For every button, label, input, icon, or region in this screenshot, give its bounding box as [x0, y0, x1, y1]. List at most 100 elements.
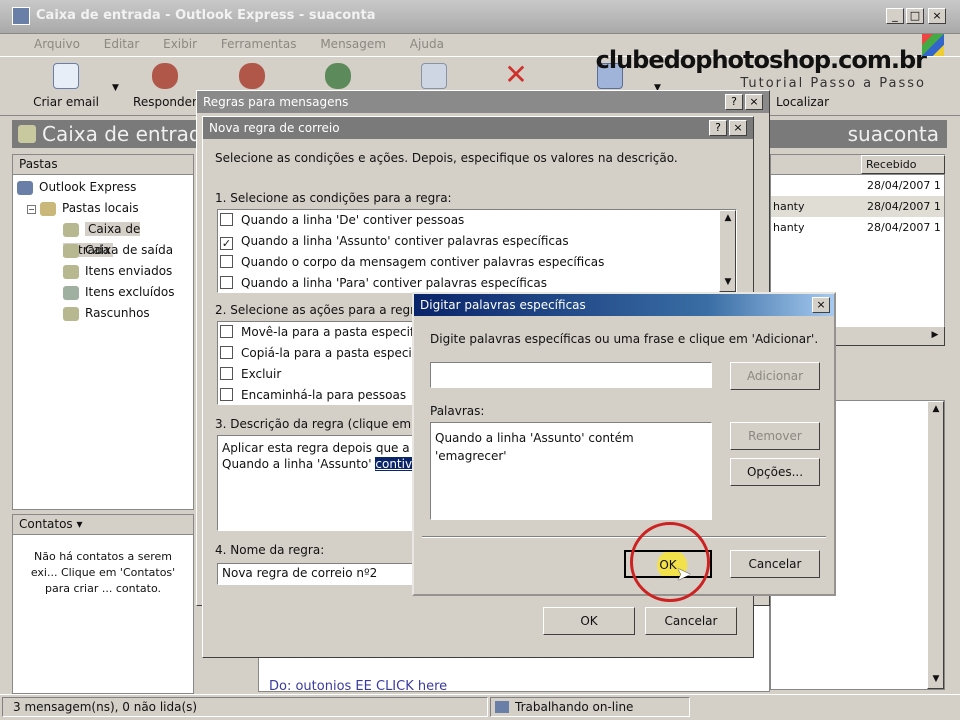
folder-label: Rascunhos: [85, 306, 150, 320]
rule-name-input[interactable]: Nova regra de correio nº2: [217, 563, 417, 585]
watermark-site: clubedophotoshop.com.br: [595, 46, 927, 74]
words-close-button[interactable]: ×: [812, 297, 830, 313]
add-button[interactable]: Adicionar: [730, 362, 820, 390]
checkbox-unchecked[interactable]: [220, 255, 233, 268]
received-column-header[interactable]: Recebido: [861, 155, 945, 174]
menu-ajuda[interactable]: Ajuda: [410, 37, 444, 51]
rules-help-button[interactable]: ?: [725, 94, 743, 110]
conditions-scrollbar[interactable]: ▲ ▼: [719, 210, 736, 292]
action-item[interactable]: Excluir: [218, 364, 416, 385]
checkbox-unchecked[interactable]: [220, 346, 233, 359]
description-contains-link[interactable]: contiver: [375, 457, 416, 471]
new-mail-icon: [53, 63, 79, 89]
scroll-down-arrow-icon[interactable]: ▼: [928, 672, 944, 688]
new-rule-titlebar[interactable]: Nova regra de correio: [203, 117, 753, 139]
words-titlebar[interactable]: Digitar palavras específicas: [414, 294, 834, 316]
words-list[interactable]: Quando a linha 'Assunto' contém 'emagrec…: [430, 422, 712, 520]
close-button[interactable]: ×: [928, 8, 946, 24]
menu-arquivo[interactable]: Arquivo: [34, 37, 80, 51]
folder-inbox[interactable]: Caixa de entrada: [17, 219, 193, 257]
status-messages: 3 mensagem(ns), 0 não lida(s): [2, 697, 488, 717]
new-mail-button[interactable]: Criar email: [28, 57, 104, 115]
condition-label: Quando a linha 'Assunto' contiver palavr…: [241, 234, 569, 248]
rules-dialog-titlebar[interactable]: Regras para mensagens: [197, 91, 769, 113]
checkbox-checked[interactable]: ✓: [220, 237, 233, 250]
main-titlebar[interactable]: Caixa de entrada - Outlook Express - sua…: [0, 0, 960, 34]
menu-ferramentas[interactable]: Ferramentas: [221, 37, 297, 51]
message-row[interactable]: 28/04/2007 1: [771, 175, 944, 196]
message-row[interactable]: hanty 28/04/2007 1: [771, 217, 944, 238]
scroll-down-arrow-icon[interactable]: ▼: [720, 275, 736, 291]
message-date: 28/04/2007 1: [867, 221, 941, 234]
words-label: Palavras:: [430, 404, 485, 418]
menu-mensagem[interactable]: Mensagem: [320, 37, 386, 51]
condition-item[interactable]: Quando o corpo da mensagem contiver pala…: [218, 252, 736, 273]
find-label[interactable]: Localizar: [776, 95, 829, 109]
minimize-button[interactable]: _: [886, 8, 904, 24]
message-from: hanty: [773, 221, 805, 234]
words-divider: [422, 536, 826, 538]
watermark-tagline: Tutorial Passo a Passo: [740, 76, 926, 91]
reply-label: Responder: [133, 95, 197, 109]
mouse-cursor-icon: ➤: [676, 564, 692, 585]
new-rule-help-button[interactable]: ?: [709, 120, 727, 136]
collapse-icon[interactable]: −: [27, 205, 36, 214]
condition-item[interactable]: ✓ Quando a linha 'Assunto' contiver palav…: [218, 231, 736, 252]
folder-title: Caixa de entrada: [42, 122, 214, 146]
folder-label: Itens enviados: [85, 264, 173, 278]
folder-deleted[interactable]: Itens excluídos: [17, 282, 193, 303]
reply-all-icon: [239, 63, 265, 89]
checkbox-unchecked[interactable]: [220, 367, 233, 380]
rule-description-box: Aplicar esta regra depois que a m Quando…: [217, 435, 417, 531]
online-icon: [495, 701, 509, 713]
folder-outbox[interactable]: Caixa de saída: [17, 240, 193, 261]
folders-header: Pastas: [13, 155, 193, 175]
new-rule-cancel-button[interactable]: Cancelar: [645, 607, 737, 635]
new-rule-ok-button[interactable]: OK: [543, 607, 635, 635]
scroll-up-arrow-icon[interactable]: ▲: [928, 402, 944, 418]
menu-exibir[interactable]: Exibir: [163, 37, 197, 51]
rules-close-button[interactable]: ×: [745, 94, 763, 110]
sent-folder-icon: [63, 264, 79, 279]
scroll-right-arrow-icon[interactable]: ▶: [927, 328, 943, 344]
folder-drafts[interactable]: Rascunhos: [17, 303, 193, 324]
folder-sent[interactable]: Itens enviados: [17, 261, 193, 282]
folder-outlook-express[interactable]: Outlook Express: [17, 177, 193, 198]
contacts-header[interactable]: Contatos ▾: [13, 515, 193, 535]
action-label: Copiá-la para a pasta especificada: [241, 346, 416, 360]
word-input[interactable]: [430, 362, 712, 388]
maximize-button[interactable]: □: [906, 8, 924, 24]
new-rule-instructions: Selecione as condições e ações. Depois, …: [215, 151, 678, 165]
folder-local-folders[interactable]: − Pastas locais: [17, 198, 193, 219]
checkbox-unchecked[interactable]: [220, 213, 233, 226]
action-item[interactable]: Copiá-la para a pasta especificada: [218, 343, 416, 364]
preview-partial-text: Do: outonios EE CLICK here: [269, 679, 448, 694]
forward-icon: [325, 63, 351, 89]
reply-button[interactable]: Responder: [128, 57, 202, 115]
checkbox-unchecked[interactable]: [220, 276, 233, 289]
words-dialog-title: Digitar palavras específicas: [420, 298, 586, 312]
action-item[interactable]: Encaminhá-la para pessoas: [218, 385, 416, 406]
scroll-up-arrow-icon[interactable]: ▲: [720, 211, 736, 227]
folders-pane: Pastas Outlook Express − Pastas locais Ca…: [12, 154, 194, 510]
new-rule-close-button[interactable]: ×: [729, 120, 747, 136]
action-item[interactable]: Movê-la para a pasta especificada: [218, 322, 416, 343]
windows-logo-icon: [922, 34, 944, 56]
new-mail-dropdown-icon[interactable]: ▼: [112, 83, 119, 93]
condition-item[interactable]: Quando a linha 'Para' contiver palavras …: [218, 273, 736, 294]
options-button[interactable]: Opções...: [730, 458, 820, 486]
description-line2: Quando a linha 'Assunto' contiver: [222, 456, 416, 472]
preview-vscroll[interactable]: ▲ ▼: [927, 401, 944, 689]
action-label: Excluir: [241, 367, 282, 381]
remove-button[interactable]: Remover: [730, 422, 820, 450]
contacts-empty-message: Não há contatos a serem exi... Clique em…: [30, 550, 176, 595]
folder-label: Caixa de saída: [85, 243, 174, 257]
condition-item[interactable]: Quando a linha 'De' contiver pessoas: [218, 210, 736, 231]
checkbox-unchecked[interactable]: [220, 388, 233, 401]
checkbox-unchecked[interactable]: [220, 325, 233, 338]
message-row[interactable]: hanty 28/04/2007 1: [771, 196, 944, 217]
status-online-label: Trabalhando on-line: [515, 700, 634, 714]
words-cancel-button[interactable]: Cancelar: [730, 550, 820, 578]
menu-editar[interactable]: Editar: [104, 37, 140, 51]
folder-label: Itens excluídos: [85, 285, 175, 299]
